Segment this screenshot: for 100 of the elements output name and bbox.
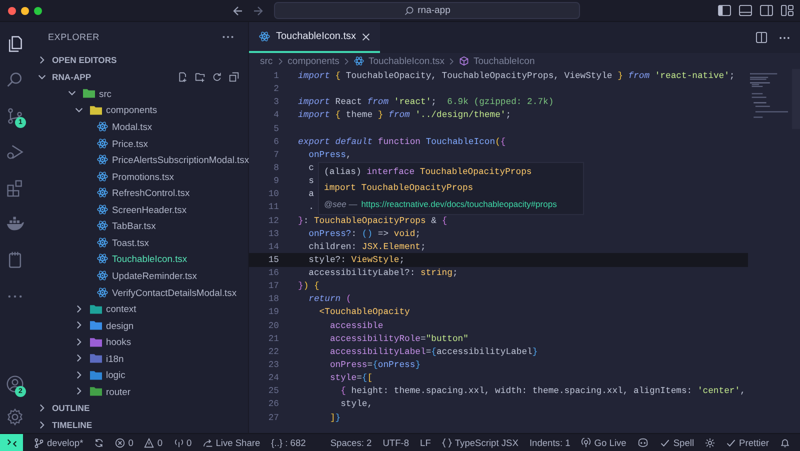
tree-item[interactable]: UpdateReminder.tsx bbox=[30, 267, 248, 284]
tree-item[interactable]: TouchableIcon.tsx bbox=[30, 250, 248, 268]
tree-item[interactable]: Promotions.tsx bbox=[30, 168, 248, 184]
new-folder-icon[interactable] bbox=[195, 72, 205, 82]
line-number: 18 bbox=[267, 294, 279, 304]
breadcrumb-item[interactable]: components bbox=[288, 56, 340, 66]
status-item[interactable]: Go Live bbox=[594, 438, 626, 448]
remote-icon bbox=[6, 438, 16, 448]
tree-item[interactable]: TabBar.tsx bbox=[30, 218, 248, 234]
line-number: 16 bbox=[267, 268, 279, 278]
remote-button[interactable] bbox=[0, 434, 23, 451]
status-item[interactable]: LF bbox=[420, 438, 431, 448]
layout-icon[interactable] bbox=[781, 5, 794, 16]
status-item[interactable]: develop* bbox=[47, 438, 84, 448]
account-icon[interactable] bbox=[6, 374, 24, 392]
close-window-button[interactable] bbox=[8, 6, 16, 14]
code-line: a bbox=[308, 189, 314, 200]
tree-item[interactable]: logic bbox=[30, 366, 248, 384]
tree-item[interactable]: src bbox=[30, 85, 248, 102]
breadcrumb-item[interactable]: TouchableIcon.tsx bbox=[368, 56, 444, 66]
breadcrumb-item[interactable]: src bbox=[260, 56, 273, 66]
code-line: import { TouchableOpacity, TouchableOpacityProps, ViewStyle } from 'react-native'; bbox=[298, 70, 735, 81]
tree-item[interactable]: PriceAlertsSubscriptionModal.tsx bbox=[30, 151, 248, 168]
search-icon bbox=[404, 6, 414, 16]
more-icon[interactable] bbox=[222, 34, 234, 39]
chevron-right-icon[interactable] bbox=[38, 420, 46, 429]
section-header[interactable]: OUTLINE bbox=[52, 403, 90, 414]
sidebar-toggle-icon[interactable] bbox=[718, 5, 731, 16]
chevron-right-icon[interactable] bbox=[38, 56, 46, 64]
tree-item[interactable]: Price.tsx bbox=[30, 134, 248, 152]
tree-item[interactable]: ScreenHeader.tsx bbox=[30, 201, 248, 218]
check-icon bbox=[660, 438, 670, 448]
notebook-icon[interactable] bbox=[6, 251, 24, 269]
status-item[interactable]: 0 bbox=[186, 438, 192, 448]
whale-icon[interactable] bbox=[6, 215, 24, 233]
braces-icon bbox=[442, 438, 452, 448]
status-item[interactable]: Prettier bbox=[739, 438, 769, 448]
source-control-icon[interactable] bbox=[6, 107, 24, 125]
line-number: 5 bbox=[272, 124, 279, 134]
chevron-right-icon[interactable] bbox=[38, 404, 46, 412]
code-line: style={[ bbox=[328, 373, 373, 384]
live-share-icon bbox=[202, 438, 213, 448]
check-icon bbox=[726, 438, 736, 448]
search-icon[interactable] bbox=[6, 71, 24, 89]
breadcrumb-item[interactable]: TouchableIcon bbox=[473, 56, 535, 66]
line-number: 13 bbox=[267, 228, 279, 239]
chevron-right-icon bbox=[448, 58, 456, 64]
collapse-all-icon[interactable] bbox=[229, 72, 239, 82]
run-debug-icon[interactable] bbox=[6, 143, 24, 161]
tree-item[interactable]: RefreshControl.tsx bbox=[30, 184, 248, 202]
zoom-window-button[interactable] bbox=[34, 6, 42, 14]
status-item[interactable]: Spaces: 2 bbox=[330, 438, 372, 448]
new-file-icon[interactable] bbox=[178, 72, 188, 82]
close-icon[interactable] bbox=[362, 32, 370, 40]
more-icon[interactable] bbox=[779, 36, 790, 40]
status-item[interactable]: 0 bbox=[157, 438, 163, 448]
minimap-drawing bbox=[750, 73, 788, 118]
code-line: }) { bbox=[298, 281, 320, 292]
react-icon bbox=[97, 220, 108, 232]
panel-toggle-icon[interactable] bbox=[739, 5, 752, 16]
react-icon bbox=[97, 138, 108, 149]
status-item[interactable]: {..} : 682 bbox=[271, 438, 306, 448]
minimize-window-button[interactable] bbox=[21, 6, 29, 14]
tree-item[interactable]: VerifyContactDetailsModal.tsx bbox=[30, 284, 248, 300]
section-header[interactable]: RNA-APP bbox=[52, 72, 92, 82]
status-item[interactable]: Spell bbox=[673, 438, 694, 448]
status-item[interactable]: Live Share bbox=[216, 438, 260, 448]
settings-icon[interactable] bbox=[6, 408, 24, 426]
bell-icon[interactable] bbox=[780, 438, 790, 448]
secondary-sidebar-icon[interactable] bbox=[760, 5, 773, 16]
files-icon[interactable] bbox=[6, 35, 24, 53]
chevron-down-icon[interactable] bbox=[38, 72, 46, 81]
code-line: <TouchableOpacity bbox=[318, 307, 410, 318]
tree-item[interactable]: context bbox=[30, 300, 248, 317]
tree-item[interactable]: Modal.tsx bbox=[30, 118, 248, 135]
tree-item[interactable]: hooks bbox=[30, 334, 248, 350]
section-header[interactable]: OPEN EDITORS bbox=[52, 55, 117, 66]
status-item[interactable]: Indents: 1 bbox=[529, 438, 570, 448]
forward-icon[interactable] bbox=[252, 4, 264, 16]
tree-item[interactable]: design bbox=[30, 316, 248, 334]
command-search-field[interactable]: rna-app bbox=[274, 2, 580, 19]
status-item[interactable]: 0 bbox=[128, 438, 134, 448]
line-number: 12 bbox=[267, 216, 279, 226]
section-header[interactable]: TIMELINE bbox=[52, 420, 92, 430]
tree-item[interactable]: components bbox=[30, 102, 248, 118]
back-icon[interactable] bbox=[232, 4, 244, 16]
refresh-icon[interactable] bbox=[212, 72, 222, 82]
react-icon bbox=[354, 56, 364, 66]
docs-link[interactable]: https://reactnative.dev/docs/touchableopacity#props bbox=[361, 198, 557, 209]
status-item[interactable]: UTF-8 bbox=[382, 438, 410, 448]
react-icon bbox=[97, 286, 108, 298]
editor-tab[interactable]: TouchableIcon.tsx bbox=[249, 22, 380, 53]
cube-icon bbox=[459, 56, 470, 66]
tree-item[interactable]: Toast.tsx bbox=[30, 234, 248, 251]
sync-icon[interactable] bbox=[94, 438, 104, 448]
extensions-icon[interactable] bbox=[6, 179, 24, 197]
tree-item[interactable]: i18n bbox=[30, 350, 248, 367]
split-editor-icon[interactable] bbox=[756, 32, 767, 43]
tree-item[interactable]: router bbox=[30, 383, 248, 400]
status-item[interactable]: TypeScript JSX bbox=[454, 438, 518, 448]
